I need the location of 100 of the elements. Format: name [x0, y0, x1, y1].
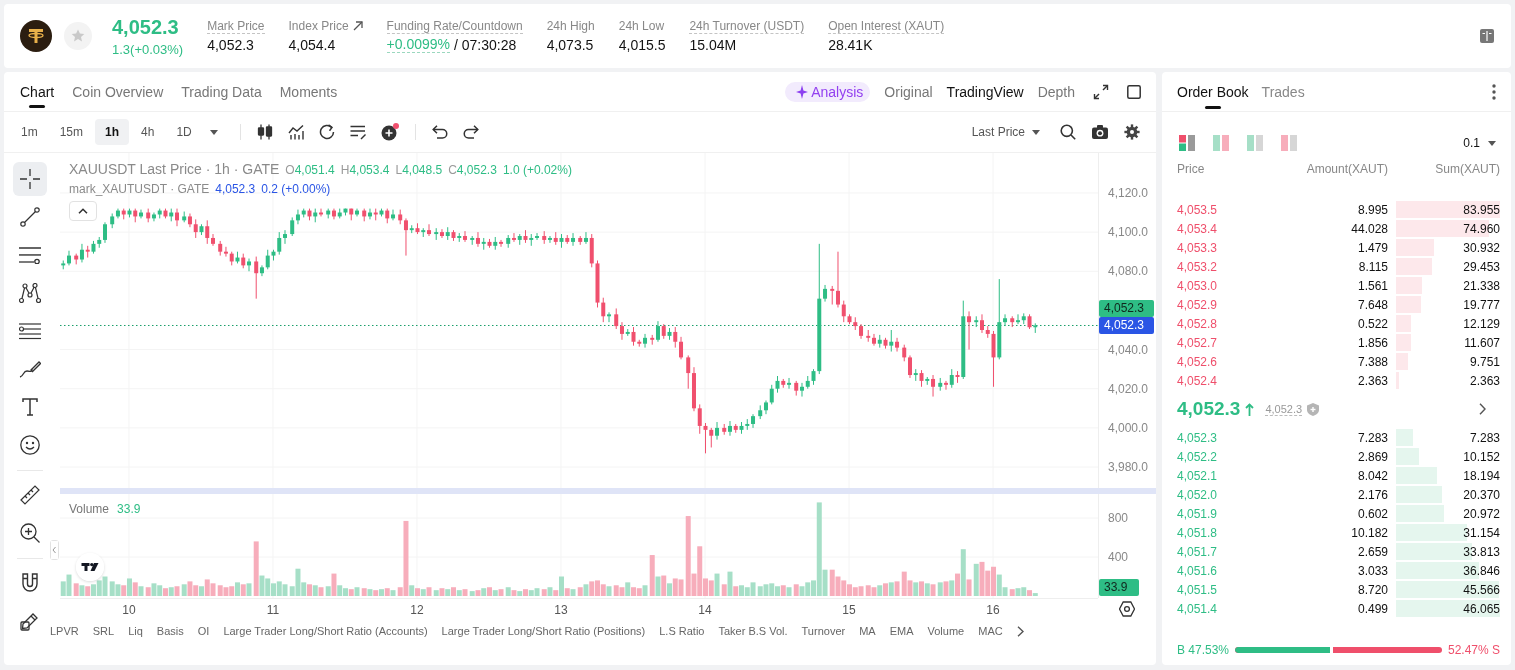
stat-label: 24h High — [546, 18, 595, 34]
search-icon[interactable] — [1060, 124, 1076, 140]
indicator-tab[interactable]: OI — [197, 625, 210, 637]
bar — [570, 589, 576, 596]
order-sum: 45.566 — [1463, 582, 1500, 597]
bar — [234, 582, 240, 596]
order-amount: 1.561 — [1356, 278, 1388, 293]
order-sum: 36.846 — [1463, 563, 1500, 578]
candlestick — [709, 427, 714, 448]
bar — [318, 587, 324, 596]
indicator-tab[interactable]: Liq — [128, 625, 143, 637]
bar — [354, 587, 360, 596]
book-icon[interactable] — [1480, 29, 1494, 43]
combined-layout-icon[interactable] — [1179, 135, 1195, 151]
bar — [1032, 593, 1038, 596]
view-tab[interactable]: Original — [884, 81, 933, 102]
order-sum: 46.065 — [1463, 601, 1500, 616]
more-icon[interactable] — [1492, 83, 1496, 100]
hexagon-icon[interactable] — [1119, 601, 1135, 617]
bar — [168, 587, 174, 596]
price-source-dropdown[interactable]: Last Price — [971, 125, 1040, 139]
bar — [949, 580, 955, 596]
indicator-tab[interactable]: Basis — [156, 625, 184, 637]
bar — [642, 585, 648, 596]
view-tab[interactable]: TradingView — [946, 81, 1024, 102]
indicator-tab[interactable]: Turnover — [801, 625, 846, 637]
candlestick — [871, 333, 876, 347]
chevron-right-icon[interactable] — [1016, 625, 1024, 637]
indicator-tab[interactable]: SRL — [92, 625, 115, 637]
last-price: 4,052.3 — [112, 14, 179, 39]
candlestick — [727, 420, 732, 437]
chart-tab[interactable]: Trading Data — [177, 72, 266, 111]
indicator-tab[interactable]: Large Trader Long/Short Ratio (Accounts) — [223, 625, 428, 637]
list-icon[interactable] — [349, 124, 366, 140]
price-axis-label: 4,000.0 — [1108, 420, 1149, 435]
bar — [894, 581, 900, 596]
add-circle-icon[interactable] — [380, 123, 399, 141]
redo-icon[interactable] — [462, 125, 479, 139]
square-icon[interactable] — [1127, 84, 1141, 99]
candlestick-icon[interactable] — [256, 124, 273, 140]
diagonal-arrow-icon[interactable] — [352, 21, 363, 31]
indicator-tab[interactable]: LPVR — [50, 625, 79, 637]
indicator-tab[interactable]: MAC — [978, 625, 1003, 637]
bar — [481, 588, 487, 596]
caret-icon[interactable] — [209, 129, 218, 135]
indicator-tab[interactable]: Taker B.S Vol. — [718, 625, 788, 637]
collapse-handle-icon[interactable] — [51, 541, 58, 559]
refresh-icon[interactable] — [318, 124, 335, 140]
view-tab[interactable]: Depth — [1037, 81, 1075, 102]
book-tab[interactable]: Order Book — [1177, 72, 1249, 111]
ohlc-value: L4,048.5 — [395, 163, 443, 177]
bid-price: 4,051.5 — [1177, 582, 1219, 597]
indicator-tab[interactable]: L.S Ratio — [659, 625, 705, 637]
collapse-button[interactable] — [69, 201, 97, 221]
bid-price: 4,051.7 — [1177, 544, 1219, 559]
stat-label: Funding Rate/Countdown — [386, 18, 523, 34]
candlestick — [799, 382, 804, 398]
price-axis-label: 4,120.0 — [1108, 185, 1149, 200]
chart-tab[interactable]: Chart — [16, 72, 59, 111]
bar — [132, 582, 138, 596]
drawing-tool-button[interactable] — [13, 162, 47, 196]
chart-tab[interactable]: Coin Overview — [68, 72, 168, 111]
line-chart-icon[interactable] — [287, 124, 304, 140]
candlestick — [715, 421, 720, 441]
bar — [373, 590, 379, 596]
order-amount: 8.720 — [1356, 582, 1388, 597]
mark-price-title: mark_XAUTUSDT · GATE — [69, 182, 210, 196]
indicator-tab[interactable]: MA — [859, 625, 876, 637]
bar — [1027, 590, 1033, 596]
indicator-tab[interactable]: Large Trader Long/Short Ratio (Positions) — [441, 625, 646, 637]
bar — [606, 586, 612, 596]
bar — [511, 590, 517, 596]
bar — [331, 573, 337, 596]
timeframe-tab[interactable]: 15m — [49, 119, 93, 145]
timeframe-tab[interactable]: 4h — [131, 119, 165, 145]
view-tab[interactable]: Analysis — [785, 81, 871, 102]
settings-icon[interactable] — [1124, 124, 1140, 140]
indicator-tab[interactable]: Volume — [927, 625, 965, 637]
caret-icon — [1488, 140, 1496, 146]
timeframe-tab[interactable]: 1h — [95, 119, 130, 145]
timeframe-tab[interactable]: 1m — [11, 119, 48, 145]
order-amount: 10.182 — [1350, 525, 1388, 540]
chart-tab[interactable]: Moments — [275, 72, 342, 111]
undo-icon[interactable] — [431, 125, 448, 139]
shield-icon — [1307, 402, 1320, 416]
order-amount: 7.283 — [1356, 430, 1388, 445]
bar — [553, 590, 559, 596]
precision-dropdown[interactable]: 0.1 — [1463, 136, 1496, 150]
camera-icon[interactable] — [1092, 125, 1108, 139]
volume-tag: 33.9 — [1099, 579, 1139, 596]
chevron-right-icon[interactable] — [1479, 403, 1486, 415]
stat-value: 4,054.4 — [288, 35, 336, 54]
time-axis-label: 10 — [122, 603, 136, 617]
book-tab[interactable]: Trades — [1261, 72, 1305, 111]
bar — [973, 563, 979, 596]
symbol-title: XAUUSDT Last Price · 1h · GATE — [69, 161, 280, 177]
indicator-tab[interactable]: EMA — [889, 625, 914, 637]
expand-icon[interactable] — [1093, 83, 1109, 100]
timeframe-tab[interactable]: 1D — [166, 119, 202, 145]
ask-price: 4,053.5 — [1177, 202, 1219, 217]
